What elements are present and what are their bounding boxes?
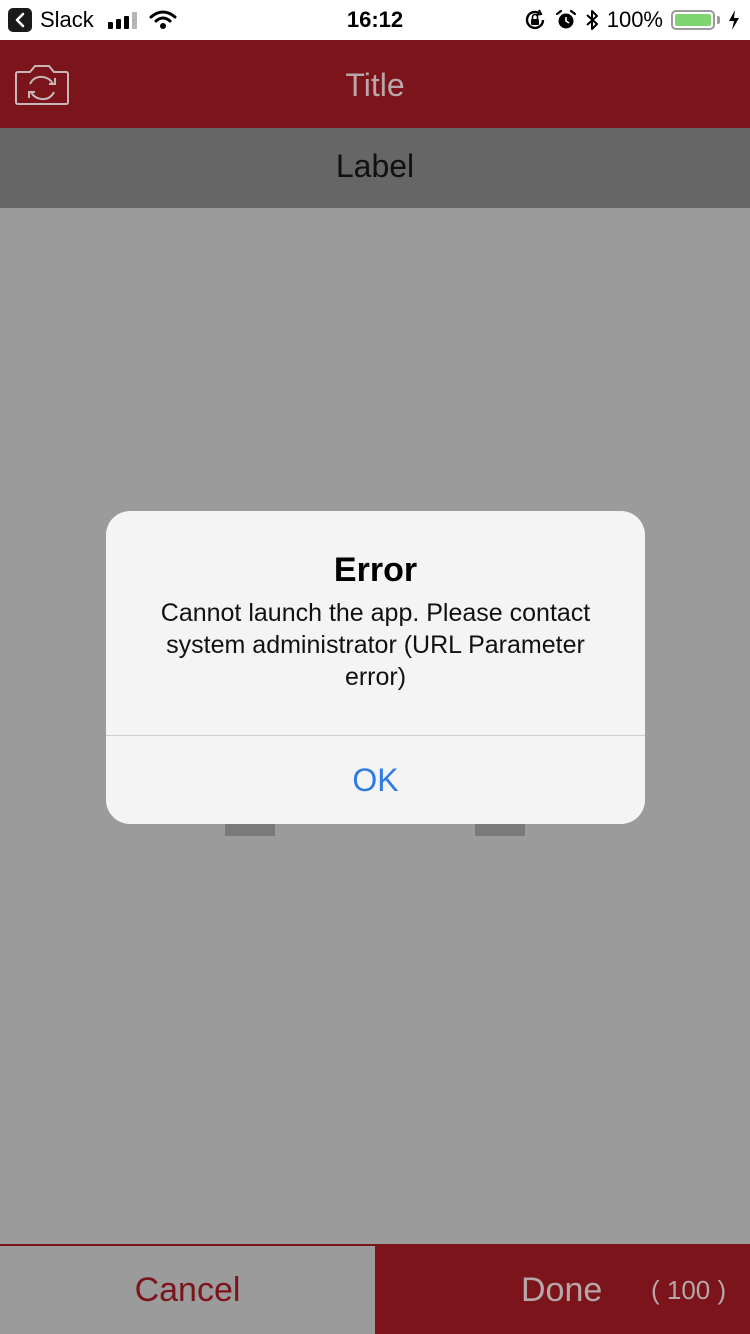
cancel-button[interactable]: Cancel bbox=[0, 1244, 375, 1334]
frame-corner-bottom-right bbox=[475, 822, 525, 836]
status-bar: Slack 16:12 100% bbox=[0, 0, 750, 40]
alert-message: Cannot launch the app. Please contact sy… bbox=[160, 599, 591, 691]
charging-bolt-icon bbox=[729, 10, 739, 30]
done-label: Done bbox=[521, 1271, 603, 1309]
bottom-bar: Cancel Done ( 100 ) bbox=[0, 1244, 750, 1334]
label-text: Label bbox=[335, 148, 415, 184]
bluetooth-icon bbox=[586, 10, 598, 30]
error-alert: Error Cannot launch the app. Please cont… bbox=[106, 511, 645, 824]
done-button[interactable]: Done ( 100 ) bbox=[375, 1244, 750, 1334]
label-bar: Label bbox=[0, 128, 750, 208]
orientation-lock-icon bbox=[525, 9, 544, 30]
battery-fill bbox=[675, 14, 711, 26]
nav-bar: Title bbox=[0, 40, 750, 128]
nav-title: Title bbox=[345, 67, 405, 103]
frame-corner-bottom-left bbox=[225, 822, 275, 836]
status-bar-right: 100% bbox=[523, 6, 740, 34]
battery-percent: 100% bbox=[606, 7, 663, 32]
battery-cap bbox=[717, 16, 720, 24]
done-count: ( 100 ) bbox=[651, 1275, 727, 1305]
alarm-icon bbox=[555, 9, 576, 29]
ok-button[interactable]: OK bbox=[106, 736, 645, 824]
battery-icon bbox=[671, 10, 715, 30]
alert-title: Error bbox=[333, 551, 418, 589]
